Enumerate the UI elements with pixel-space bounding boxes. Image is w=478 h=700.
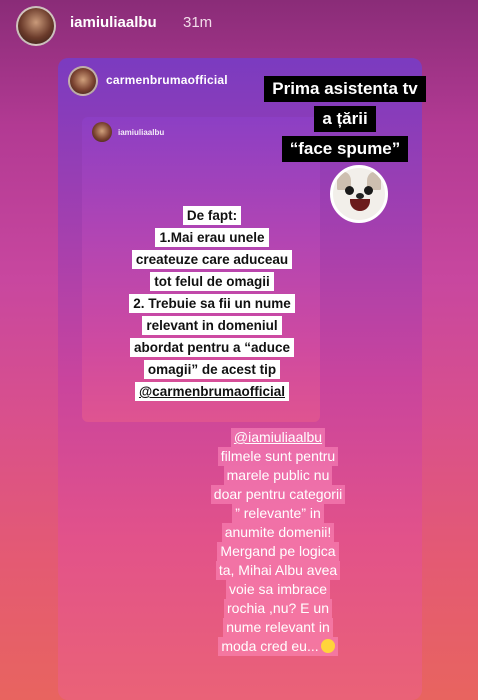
response-line: voie sa imbrace [225, 580, 331, 599]
reply-text-block: De fapt: 1.Mai erau unele createuze care… [112, 206, 312, 404]
response-text-block: @iamiuliaalbu filmele sunt pentru marele… [190, 428, 366, 656]
reply-line: 1.Mai erau unele [155, 228, 269, 247]
reply-mention[interactable]: @carmenbrumaofficial [135, 382, 289, 401]
caption-line: “face spume” [281, 136, 409, 162]
response-line: rochia ,nu? E un [224, 599, 332, 618]
reply-line: 2. Trebuie sa fii un nume [129, 294, 295, 313]
response-line: ta, Mihai Albu avea [215, 561, 341, 580]
reply-line: tot felul de omagii [150, 272, 274, 291]
inner-story-avatar [92, 122, 112, 142]
caption-line: Prima asistenta tv [264, 76, 426, 102]
story-header: iamiuliaalbu 31m [0, 0, 478, 50]
response-line-text: moda cred eu... [221, 638, 319, 654]
reply-line: createuze care aduceau [131, 250, 293, 269]
avatar[interactable] [16, 6, 56, 46]
laughing-dog-sticker-icon [330, 165, 388, 223]
reply-line: abordat pentru a “aduce [129, 338, 295, 357]
shared-story-username: carmenbrumaofficial [106, 73, 228, 87]
response-mention[interactable]: @iamiuliaalbu [230, 428, 326, 447]
response-line: ” relevante” in [232, 504, 324, 523]
response-line: filmele sunt pentru [217, 447, 339, 466]
smiling-face-emoji-icon [320, 639, 335, 653]
caption-line: a țării [314, 106, 376, 132]
shared-story-avatar [68, 66, 98, 96]
response-line: nume relevant in [223, 618, 333, 637]
response-line-last: moda cred eu... [218, 637, 338, 656]
reply-line: De fapt: [182, 206, 242, 225]
response-line: doar pentru categorii [210, 485, 346, 504]
response-line: Mergand pe logica [217, 542, 339, 561]
caption-label: Prima asistenta tv a țării “face spume” [238, 76, 452, 166]
story-username[interactable]: iamiuliaalbu [70, 14, 157, 31]
response-line: marele public nu [223, 466, 333, 485]
reply-line: relevant in domeniul [142, 316, 282, 335]
story-timestamp: 31m [183, 14, 213, 31]
response-line: anumite domenii! [221, 523, 335, 542]
inner-story-username: iamiuliaalbu [118, 128, 165, 137]
reply-line: omagii” de acest tip [143, 360, 281, 379]
